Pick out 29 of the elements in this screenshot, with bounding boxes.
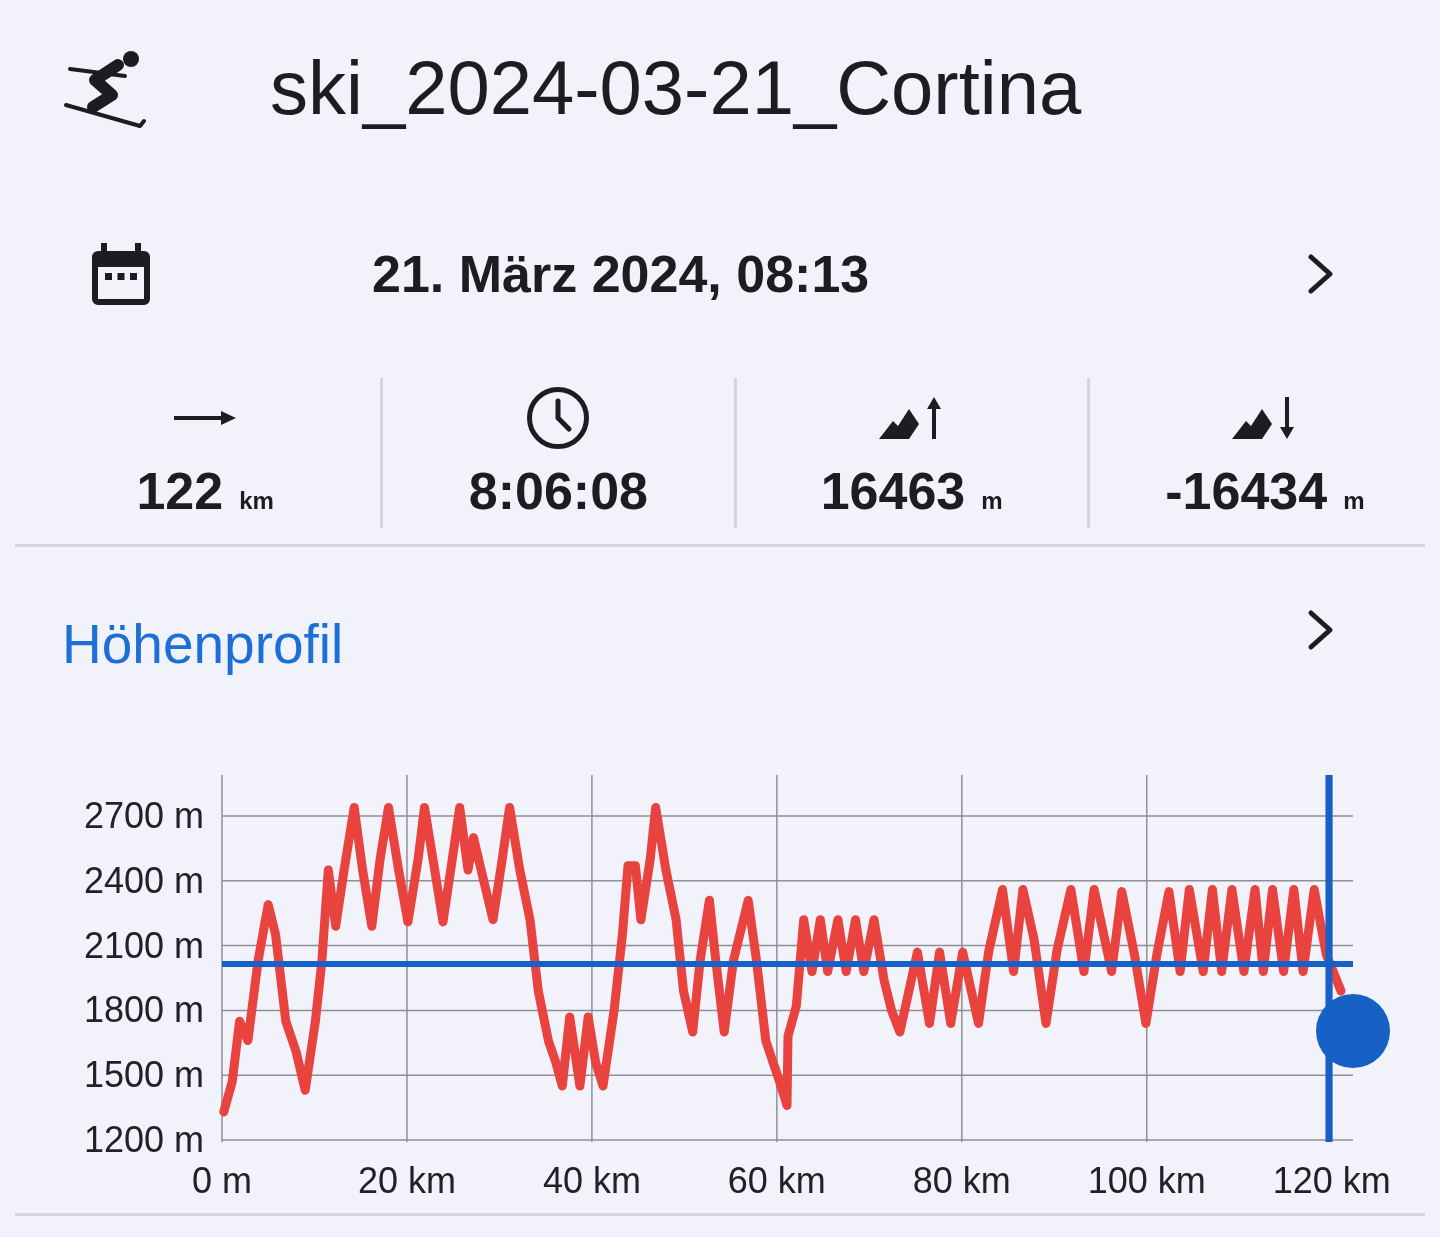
calendar-icon [92,243,150,305]
stat-unit: m [1343,487,1365,515]
stat-value: 8:06:08 [468,462,648,520]
stat-value: 16463 [820,462,966,520]
y-axis-label: 1500 m [83,1054,204,1096]
x-axis-label: 40 km [542,1160,641,1201]
x-axis-label: 20 km [357,1160,456,1201]
section-title: Höhenprofil [62,612,344,676]
arrow-right-icon [174,411,237,425]
chevron-right-icon[interactable] [1307,609,1335,651]
x-axis-label: 60 km [727,1160,826,1201]
x-axis-label: 0 m [192,1160,252,1201]
x-axis-label: 100 km [1087,1160,1206,1201]
activity-title: ski_2024-03-21_Cortina [270,46,1082,130]
stat-unit: km [239,487,274,515]
date-time-text: 21. März 2024, 08:13 [372,243,870,305]
y-axis-label: 2100 m [83,924,204,966]
stat-value: 122 [136,462,224,520]
stat-unit: m [981,487,1003,515]
clock-icon [526,386,591,450]
x-axis-label: 80 km [912,1160,1011,1201]
stat-value: -16434 [1165,462,1328,520]
skier-icon [64,48,146,128]
y-axis-label: 2700 m [83,795,204,837]
y-axis-label: 2400 m [83,859,204,901]
y-axis-label: 1200 m [83,1119,204,1160]
y-axis-label: 1800 m [83,989,204,1031]
x-axis-label: 120 km [1272,1160,1391,1201]
chevron-right-icon[interactable] [1307,253,1335,295]
